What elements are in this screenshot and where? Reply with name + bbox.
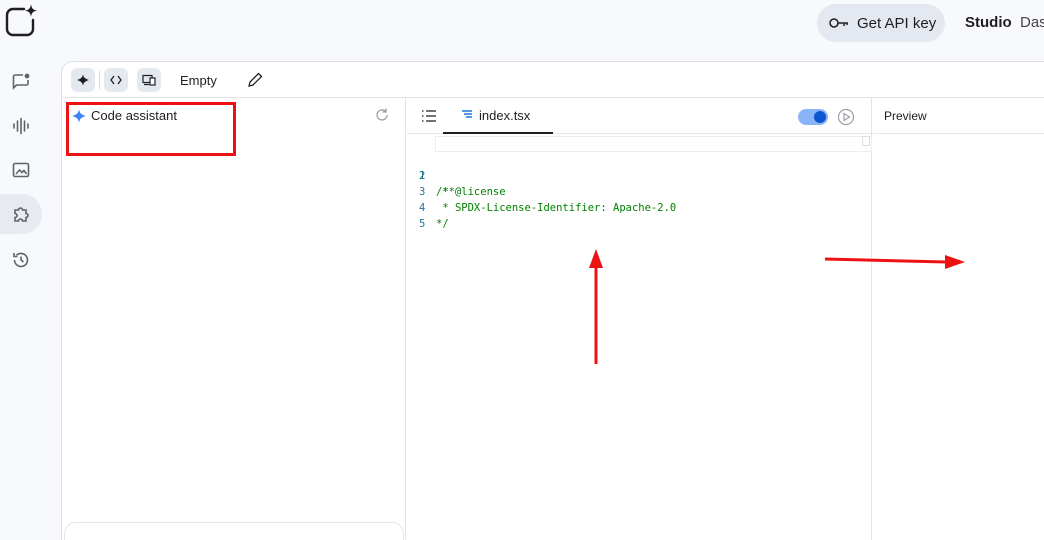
editor-tab-bar: index.tsx — [407, 98, 871, 134]
toolbar-divider — [99, 71, 100, 89]
chat-spark-icon — [12, 73, 30, 90]
preview-title: Preview — [873, 98, 1044, 134]
devices-icon — [142, 74, 156, 86]
file-tab-label: index.tsx — [479, 107, 531, 123]
project-title: Empty — [180, 73, 217, 88]
build-rail-button[interactable] — [0, 194, 42, 234]
top-bar: Get API key Studio Das — [0, 0, 1044, 48]
code-assistant-panel: Code assistant — [62, 98, 406, 540]
file-list-icon[interactable] — [421, 109, 437, 123]
gemini-sparkle-icon — [72, 108, 86, 123]
key-icon — [829, 18, 848, 28]
puzzle-icon — [14, 207, 29, 222]
preview-panel: Preview — [873, 98, 1044, 540]
code-line: 3 * SPDX-License-Identifier: Apache-2.0 — [407, 168, 871, 214]
code-area[interactable]: 1 /** 2 * @license 3 * SPDX-License-Iden… — [407, 136, 872, 230]
code-line: 2 * @license — [407, 152, 871, 198]
code-editor-panel: index.tsx 1 /** 2 * @license 3 * SPDX-Li… — [407, 98, 872, 540]
app-root: Get API key Studio Das Empty Code assist… — [0, 0, 1044, 540]
assistant-header: Code assistant — [72, 108, 177, 123]
tab-index-tsx[interactable]: index.tsx — [443, 98, 553, 134]
code-view-button[interactable] — [104, 68, 128, 92]
nav-studio[interactable]: Studio — [965, 14, 1012, 31]
media-rail-button[interactable] — [0, 150, 42, 190]
edit-title-icon[interactable] — [246, 71, 264, 89]
assistant-prompt-input[interactable] — [64, 522, 404, 540]
refresh-icon[interactable] — [374, 107, 390, 123]
assistant-title: Code assistant — [91, 108, 177, 123]
workspace-toolbar: Empty — [62, 62, 1044, 98]
editor-scrollbar[interactable] — [862, 136, 870, 146]
device-preview-button[interactable] — [137, 68, 161, 92]
code-brackets-icon — [110, 75, 122, 85]
sparkle-icon — [77, 74, 89, 86]
assistant-toggle-button[interactable] — [71, 68, 95, 92]
file-lines-icon — [462, 110, 472, 118]
history-icon — [13, 252, 29, 268]
image-icon — [12, 162, 30, 178]
current-line-highlight — [435, 136, 872, 152]
toggle-knob — [814, 111, 826, 123]
workspace-panel: Empty Code assistant index.tsx 1 /** 2 *… — [61, 61, 1044, 540]
get-api-key-label: Get API key — [857, 14, 937, 32]
waveform-icon — [13, 117, 29, 135]
stream-rail-button[interactable] — [0, 106, 42, 146]
code-line: 4 */ — [407, 184, 871, 230]
chat-rail-button[interactable] — [0, 62, 42, 102]
nav-dashboard[interactable]: Das — [1020, 14, 1044, 31]
studio-logo-icon[interactable] — [4, 4, 38, 38]
code-line: 1 /** — [407, 136, 872, 198]
history-rail-button[interactable] — [0, 240, 42, 280]
code-line: 5 — [407, 200, 871, 230]
get-api-key-button[interactable]: Get API key — [817, 4, 945, 42]
auto-run-toggle[interactable] — [798, 109, 828, 125]
play-icon[interactable] — [837, 108, 855, 126]
line-number: 5 — [419, 218, 426, 230]
